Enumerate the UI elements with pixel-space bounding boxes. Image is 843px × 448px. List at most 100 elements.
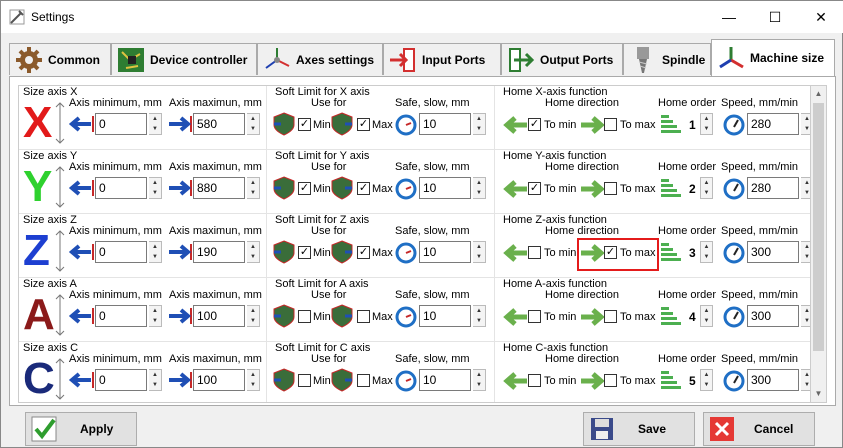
soft-min-checkbox[interactable] <box>298 310 311 323</box>
axis-min-spinner[interactable]: ▲ ▼ <box>149 177 162 199</box>
axis-min-input[interactable] <box>95 305 147 327</box>
spin-down-icon[interactable]: ▼ <box>247 316 259 326</box>
spin-down-icon[interactable]: ▼ <box>701 380 712 390</box>
soft-max-checkbox[interactable] <box>357 310 370 323</box>
to-max-checkbox[interactable] <box>604 118 617 131</box>
soft-max-checkbox[interactable]: ✓ <box>357 118 370 131</box>
spin-down-icon[interactable]: ▼ <box>701 188 712 198</box>
axis-max-spinner[interactable]: ▲ ▼ <box>247 113 260 135</box>
spin-up-icon[interactable]: ▲ <box>247 306 259 316</box>
axis-max-input[interactable] <box>193 305 245 327</box>
soft-max-checkbox[interactable] <box>357 374 370 387</box>
vertical-scrollbar[interactable]: ▲ ▼ <box>810 85 827 403</box>
axis-max-input[interactable] <box>193 113 245 135</box>
home-speed-input[interactable] <box>747 113 799 135</box>
to-min-checkbox[interactable]: ✓ <box>528 118 541 131</box>
axis-max-input[interactable] <box>193 241 245 263</box>
spin-down-icon[interactable]: ▼ <box>149 252 161 262</box>
spin-up-icon[interactable]: ▲ <box>247 370 259 380</box>
spin-up-icon[interactable]: ▲ <box>701 114 712 124</box>
spin-down-icon[interactable]: ▼ <box>247 252 259 262</box>
to-max-checkbox[interactable] <box>604 182 617 195</box>
spin-down-icon[interactable]: ▼ <box>473 380 485 390</box>
home-order-stepper[interactable]: ▲ ▼ <box>700 177 713 199</box>
spin-down-icon[interactable]: ▼ <box>149 380 161 390</box>
spin-up-icon[interactable]: ▲ <box>473 178 485 188</box>
home-speed-input[interactable] <box>747 305 799 327</box>
soft-min-checkbox[interactable] <box>298 374 311 387</box>
axis-min-input[interactable] <box>95 177 147 199</box>
axis-max-spinner[interactable]: ▲ ▼ <box>247 177 260 199</box>
tab-common[interactable]: Common <box>9 43 111 75</box>
scroll-up-icon[interactable]: ▲ <box>811 86 826 102</box>
spin-up-icon[interactable]: ▲ <box>149 114 161 124</box>
axis-min-spinner[interactable]: ▲ ▼ <box>149 305 162 327</box>
home-speed-input[interactable] <box>747 241 799 263</box>
spin-up-icon[interactable]: ▲ <box>149 306 161 316</box>
cancel-button[interactable]: Cancel <box>703 412 815 446</box>
spin-down-icon[interactable]: ▼ <box>701 252 712 262</box>
safe-slow-input[interactable] <box>419 241 471 263</box>
apply-button[interactable]: Apply <box>25 412 137 446</box>
axis-max-input[interactable] <box>193 369 245 391</box>
spin-up-icon[interactable]: ▲ <box>473 242 485 252</box>
to-min-checkbox[interactable] <box>528 374 541 387</box>
spin-down-icon[interactable]: ▼ <box>473 188 485 198</box>
axis-max-spinner[interactable]: ▲ ▼ <box>247 305 260 327</box>
to-min-checkbox[interactable] <box>528 310 541 323</box>
home-order-stepper[interactable]: ▲ ▼ <box>700 305 713 327</box>
close-button[interactable]: ✕ <box>798 1 843 33</box>
spin-down-icon[interactable]: ▼ <box>473 316 485 326</box>
spin-down-icon[interactable]: ▼ <box>473 124 485 134</box>
safe-slow-input[interactable] <box>419 305 471 327</box>
spin-down-icon[interactable]: ▼ <box>701 316 712 326</box>
to-min-checkbox[interactable]: ✓ <box>528 182 541 195</box>
safe-slow-spinner[interactable]: ▲ ▼ <box>473 177 486 199</box>
spin-up-icon[interactable]: ▲ <box>701 178 712 188</box>
soft-min-checkbox[interactable]: ✓ <box>298 118 311 131</box>
spin-up-icon[interactable]: ▲ <box>701 306 712 316</box>
tab-machine-size[interactable]: Machine size <box>711 39 835 76</box>
safe-slow-input[interactable] <box>419 369 471 391</box>
spin-up-icon[interactable]: ▲ <box>247 114 259 124</box>
spin-down-icon[interactable]: ▼ <box>247 380 259 390</box>
tab-output-ports[interactable]: Output Ports <box>501 43 623 75</box>
spin-up-icon[interactable]: ▲ <box>473 370 485 380</box>
axis-max-spinner[interactable]: ▲ ▼ <box>247 241 260 263</box>
home-order-stepper[interactable]: ▲ ▼ <box>700 241 713 263</box>
axis-min-input[interactable] <box>95 241 147 263</box>
safe-slow-input[interactable] <box>419 177 471 199</box>
spin-down-icon[interactable]: ▼ <box>473 252 485 262</box>
soft-min-checkbox[interactable]: ✓ <box>298 246 311 259</box>
home-order-stepper[interactable]: ▲ ▼ <box>700 113 713 135</box>
maximize-button[interactable]: ☐ <box>752 1 798 33</box>
axis-min-input[interactable] <box>95 113 147 135</box>
home-speed-input[interactable] <box>747 177 799 199</box>
spin-down-icon[interactable]: ▼ <box>149 188 161 198</box>
home-order-stepper[interactable]: ▲ ▼ <box>700 369 713 391</box>
spin-up-icon[interactable]: ▲ <box>247 178 259 188</box>
scroll-down-icon[interactable]: ▼ <box>811 386 826 402</box>
soft-min-checkbox[interactable]: ✓ <box>298 182 311 195</box>
to-max-checkbox[interactable] <box>604 374 617 387</box>
scroll-thumb[interactable] <box>813 103 824 351</box>
tab-device-controller[interactable]: Device controller <box>111 43 257 75</box>
to-min-checkbox[interactable] <box>528 246 541 259</box>
home-speed-input[interactable] <box>747 369 799 391</box>
spin-down-icon[interactable]: ▼ <box>247 124 259 134</box>
spin-up-icon[interactable]: ▲ <box>701 242 712 252</box>
to-max-checkbox[interactable] <box>604 310 617 323</box>
safe-slow-input[interactable] <box>419 113 471 135</box>
safe-slow-spinner[interactable]: ▲ ▼ <box>473 113 486 135</box>
soft-max-checkbox[interactable]: ✓ <box>357 246 370 259</box>
save-button[interactable]: Save <box>583 412 695 446</box>
spin-up-icon[interactable]: ▲ <box>701 370 712 380</box>
safe-slow-spinner[interactable]: ▲ ▼ <box>473 241 486 263</box>
axis-min-spinner[interactable]: ▲ ▼ <box>149 113 162 135</box>
spin-up-icon[interactable]: ▲ <box>247 242 259 252</box>
axis-min-spinner[interactable]: ▲ ▼ <box>149 241 162 263</box>
spin-down-icon[interactable]: ▼ <box>149 316 161 326</box>
soft-max-checkbox[interactable]: ✓ <box>357 182 370 195</box>
safe-slow-spinner[interactable]: ▲ ▼ <box>473 305 486 327</box>
axis-min-input[interactable] <box>95 369 147 391</box>
